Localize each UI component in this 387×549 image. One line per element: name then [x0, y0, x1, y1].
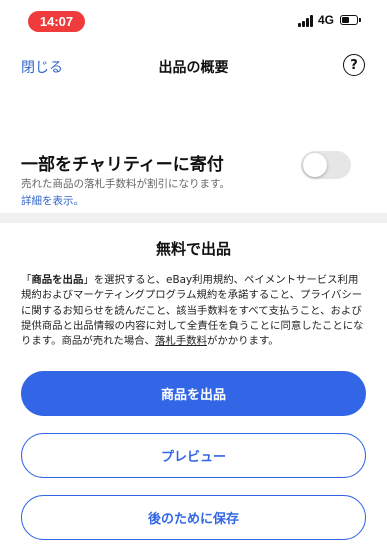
section-divider: [0, 213, 387, 223]
legal-pre: 「: [21, 274, 32, 286]
status-time: 14:07: [28, 11, 85, 32]
battery-icon: [340, 15, 361, 25]
listing-summary-screen: 14:07 4G 閉じる 出品の概要 ? 一部をチャリティーに寄付 売れた商品の…: [0, 0, 387, 549]
final-value-fee-link[interactable]: 落札手数料: [155, 335, 207, 347]
charity-subtitle: 売れた商品の落札手数料が割引になります。: [21, 178, 230, 190]
charity-title: 一部をチャリティーに寄付: [21, 155, 224, 175]
toggle-knob: [303, 153, 327, 177]
help-icon[interactable]: ?: [343, 54, 365, 76]
cellular-signal-icon: [298, 15, 314, 27]
legal-text: 「商品を出品」を選択すると、eBay利用規約、ペイメントサービス利用規約およびマ…: [21, 273, 367, 349]
page-title: 出品の概要: [158, 60, 229, 76]
legal-bold: 商品を出品: [31, 274, 84, 286]
charity-details-link[interactable]: 詳細を表示。: [21, 193, 84, 208]
header: 閉じる 出品の概要 ?: [0, 44, 387, 90]
preview-button[interactable]: プレビュー: [21, 433, 366, 478]
status-bar: 14:07 4G: [0, 0, 387, 44]
list-item-button[interactable]: 商品を出品: [21, 371, 366, 416]
save-for-later-button[interactable]: 後のために保存: [21, 495, 366, 540]
charity-toggle[interactable]: [301, 151, 351, 179]
legal-post: がかかります。: [207, 335, 279, 348]
network-type: 4G: [318, 13, 335, 27]
help-glyph: ?: [350, 57, 358, 73]
free-listing-title: 無料で出品: [155, 240, 231, 258]
